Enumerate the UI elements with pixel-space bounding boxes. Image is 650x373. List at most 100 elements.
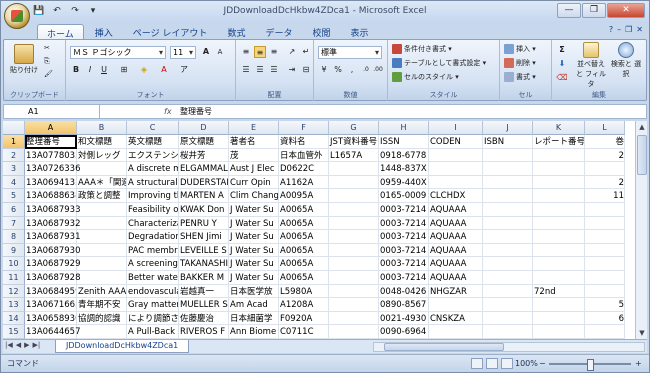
font-color-icon[interactable]: A: [158, 64, 170, 76]
row-header[interactable]: 15: [3, 325, 25, 339]
table-cell[interactable]: J Water Su: [229, 243, 279, 258]
table-cell[interactable]: [533, 162, 585, 176]
number-format-combo[interactable]: 標準: [318, 46, 382, 59]
column-header[interactable]: B: [77, 121, 127, 135]
table-cell[interactable]: LEVEILLE S: [179, 243, 229, 258]
table-cell[interactable]: 13A0687931: [25, 230, 81, 244]
table-cell[interactable]: J Water Su: [229, 203, 279, 217]
table-cell[interactable]: 13A0644657: [25, 325, 81, 339]
row-header[interactable]: 5: [3, 189, 25, 203]
table-cell[interactable]: A1208A: [279, 298, 329, 312]
table-cell[interactable]: A structural framework: [127, 175, 179, 190]
table-cell[interactable]: 13A0671663: [25, 298, 77, 312]
header-cell[interactable]: JST資料番号: [329, 135, 379, 149]
align-top-icon[interactable]: ≡: [240, 46, 252, 58]
table-cell[interactable]: [483, 162, 533, 176]
table-cell[interactable]: 0003-7214: [379, 216, 429, 231]
column-header[interactable]: A: [25, 121, 77, 135]
column-header[interactable]: L: [585, 121, 625, 135]
font-size-combo[interactable]: 11: [170, 46, 196, 59]
table-cell[interactable]: SHEN Jimi: [179, 230, 229, 244]
table-cell[interactable]: Curr Opin: [229, 175, 279, 190]
table-cell[interactable]: Degradation of 2-MIB: [127, 230, 179, 244]
indent-icon[interactable]: ⇥: [286, 64, 298, 76]
ribbon-restore-icon[interactable]: ❐: [625, 25, 632, 34]
table-cell[interactable]: 13A0687928: [25, 271, 81, 285]
next-sheet-icon[interactable]: ▶: [24, 341, 29, 349]
table-cell[interactable]: 5: [585, 298, 625, 312]
header-cell[interactable]: 著者名: [229, 135, 279, 149]
table-cell[interactable]: 対側レッグ: [77, 148, 127, 163]
table-cell[interactable]: エクステンションのみで: [127, 148, 179, 163]
table-cell[interactable]: [483, 257, 533, 271]
column-header[interactable]: F: [279, 121, 329, 135]
table-cell[interactable]: 13A0726336: [25, 162, 81, 176]
row-header[interactable]: 1: [3, 135, 25, 149]
table-cell[interactable]: F0920A: [279, 311, 329, 326]
table-cell[interactable]: 0959-440X: [379, 175, 429, 190]
scroll-down-icon[interactable]: ▼: [636, 327, 648, 339]
delete-cells-button[interactable]: 削除 ▾: [504, 58, 536, 68]
format-cells-button[interactable]: 書式 ▾: [504, 72, 536, 82]
decrease-decimal-icon[interactable]: .00: [372, 64, 384, 76]
normal-view-icon[interactable]: [471, 358, 483, 369]
table-cell[interactable]: 72nd: [533, 284, 585, 299]
row-header[interactable]: 9: [3, 243, 25, 258]
table-cell[interactable]: A0065A: [279, 230, 329, 244]
table-cell[interactable]: [533, 230, 585, 244]
format-painter-icon[interactable]: 🖌: [44, 70, 53, 78]
zoom-in-button[interactable]: +: [635, 355, 642, 372]
table-cell[interactable]: 1448-837X: [379, 162, 429, 176]
table-cell[interactable]: 協調的認識: [77, 311, 127, 326]
table-cell[interactable]: [533, 148, 585, 163]
header-cell[interactable]: 原文標題: [179, 135, 229, 149]
row-header[interactable]: 10: [3, 257, 25, 271]
table-cell[interactable]: L5980A: [279, 284, 329, 299]
table-cell[interactable]: 茂: [229, 148, 279, 163]
header-cell[interactable]: CODEN: [429, 135, 483, 149]
first-sheet-icon[interactable]: |◀: [5, 341, 13, 349]
table-cell[interactable]: 2: [585, 175, 625, 190]
table-cell[interactable]: PAC membrane biorea: [127, 243, 179, 258]
name-box[interactable]: A1: [4, 105, 100, 118]
table-cell[interactable]: [329, 243, 379, 258]
table-cell[interactable]: 13A0658930: [25, 311, 77, 326]
table-cell[interactable]: AQUAAA: [429, 271, 483, 285]
table-cell[interactable]: [329, 311, 379, 326]
table-cell[interactable]: NHGZAR: [429, 284, 483, 299]
row-header[interactable]: 6: [3, 203, 25, 217]
row-header[interactable]: 11: [3, 271, 25, 285]
table-cell[interactable]: [483, 230, 533, 244]
insert-cells-button[interactable]: 挿入 ▾: [504, 44, 536, 54]
table-cell[interactable]: [585, 271, 625, 285]
row-header[interactable]: 14: [3, 311, 25, 326]
row-header[interactable]: 12: [3, 284, 25, 299]
close-button[interactable]: ✕: [607, 3, 645, 18]
table-cell[interactable]: J Water Su: [229, 257, 279, 271]
table-cell[interactable]: [483, 271, 533, 285]
border-icon[interactable]: ⊞: [118, 64, 130, 76]
zoom-out-button[interactable]: −: [539, 355, 546, 372]
table-cell[interactable]: [533, 271, 585, 285]
table-cell[interactable]: [329, 257, 379, 271]
fx-icon[interactable]: fx: [164, 105, 172, 118]
table-cell[interactable]: J Water Su: [229, 216, 279, 231]
prev-sheet-icon[interactable]: ◀: [16, 341, 21, 349]
table-cell[interactable]: 0021-4930: [379, 311, 429, 326]
page-break-view-icon[interactable]: [501, 358, 513, 369]
table-cell[interactable]: 13A0778035: [25, 148, 77, 163]
table-cell[interactable]: 13A0687930: [25, 243, 81, 258]
paste-button[interactable]: 貼り付け: [8, 44, 40, 75]
table-cell[interactable]: 13A0687933: [25, 203, 81, 217]
vertical-scrollbar[interactable]: ▲ ▼: [635, 121, 647, 339]
table-cell[interactable]: [533, 257, 585, 271]
office-button[interactable]: [4, 3, 30, 29]
table-cell[interactable]: [483, 175, 533, 190]
table-cell[interactable]: [585, 257, 625, 271]
table-cell[interactable]: 2: [585, 148, 625, 163]
table-cell[interactable]: [77, 162, 127, 176]
table-cell[interactable]: 0048-0426: [379, 284, 429, 299]
table-cell[interactable]: RIVEROS F: [179, 325, 229, 339]
table-cell[interactable]: 0890-8567: [379, 298, 429, 312]
table-cell[interactable]: 6: [585, 311, 625, 326]
